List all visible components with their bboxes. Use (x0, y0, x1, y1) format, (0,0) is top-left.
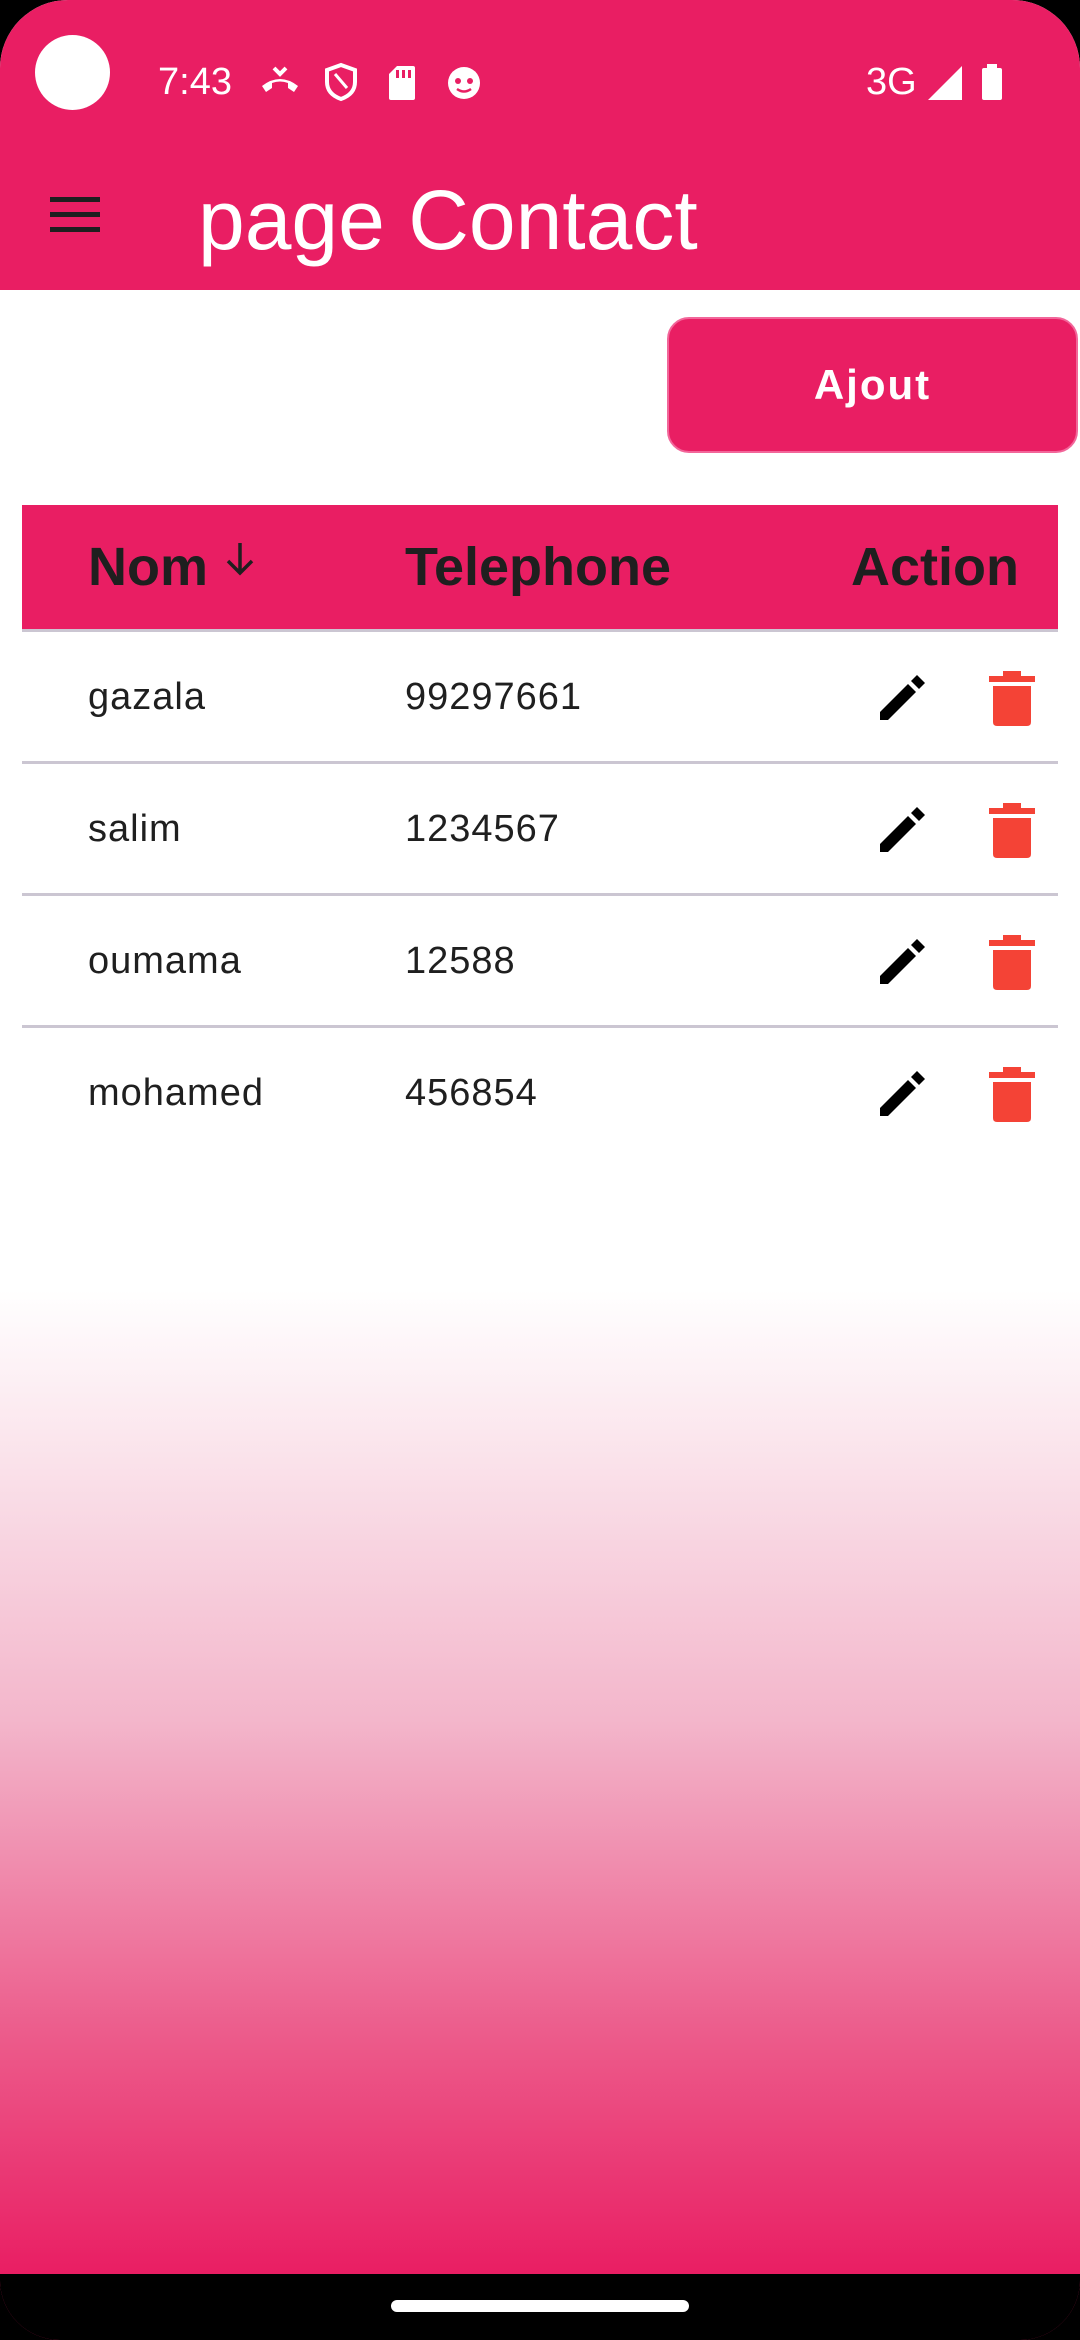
camera-cutout (35, 35, 110, 110)
network-type: 3G (866, 61, 917, 103)
column-header-action: Action (851, 537, 1019, 597)
column-header-name-label: Nom (88, 537, 208, 597)
delete-trash-icon[interactable] (985, 800, 1039, 860)
column-header-name[interactable]: Nom (88, 535, 257, 599)
edit-pencil-icon[interactable] (872, 932, 932, 992)
contact-name: gazala (88, 676, 206, 718)
screen: 7:43 3G page Contact Ajout Nom Telephone… (0, 0, 1080, 2340)
table-row: salim 1234567 (22, 761, 1058, 893)
status-time: 7:43 (158, 61, 232, 103)
contact-phone: 99297661 (405, 676, 583, 718)
page-title: page Contact (198, 173, 698, 267)
shield-icon (325, 62, 357, 102)
sd-card-icon (389, 66, 415, 100)
contact-phone: 1234567 (405, 808, 560, 850)
contact-phone: 12588 (405, 940, 516, 982)
status-bar: 7:43 3G (0, 0, 1080, 140)
missed-call-icon (262, 66, 298, 92)
edit-pencil-icon[interactable] (872, 1064, 932, 1124)
contact-phone: 456854 (405, 1072, 538, 1114)
home-indicator[interactable] (391, 2300, 689, 2312)
contact-name: salim (88, 808, 182, 850)
contact-name: mohamed (88, 1072, 264, 1114)
table-header: Nom Telephone Action (22, 505, 1058, 629)
edit-pencil-icon[interactable] (872, 800, 932, 860)
battery-icon (982, 64, 1002, 100)
add-button[interactable]: Ajout (667, 317, 1078, 453)
table-row: gazala 99297661 (22, 629, 1058, 761)
delete-trash-icon[interactable] (985, 1064, 1039, 1124)
sort-arrow-down-icon (226, 543, 254, 576)
signal-icon (928, 66, 962, 100)
column-header-phone: Telephone (405, 537, 672, 597)
table-row: mohamed 456854 (22, 1025, 1058, 1157)
app-bar: page Contact (0, 140, 1080, 290)
table-row: oumama 12588 (22, 893, 1058, 1025)
edit-pencil-icon[interactable] (872, 668, 932, 728)
menu-icon[interactable] (40, 180, 110, 250)
delete-trash-icon[interactable] (985, 668, 1039, 728)
delete-trash-icon[interactable] (985, 932, 1039, 992)
contact-name: oumama (88, 940, 242, 982)
app-notification-icon (448, 67, 480, 99)
